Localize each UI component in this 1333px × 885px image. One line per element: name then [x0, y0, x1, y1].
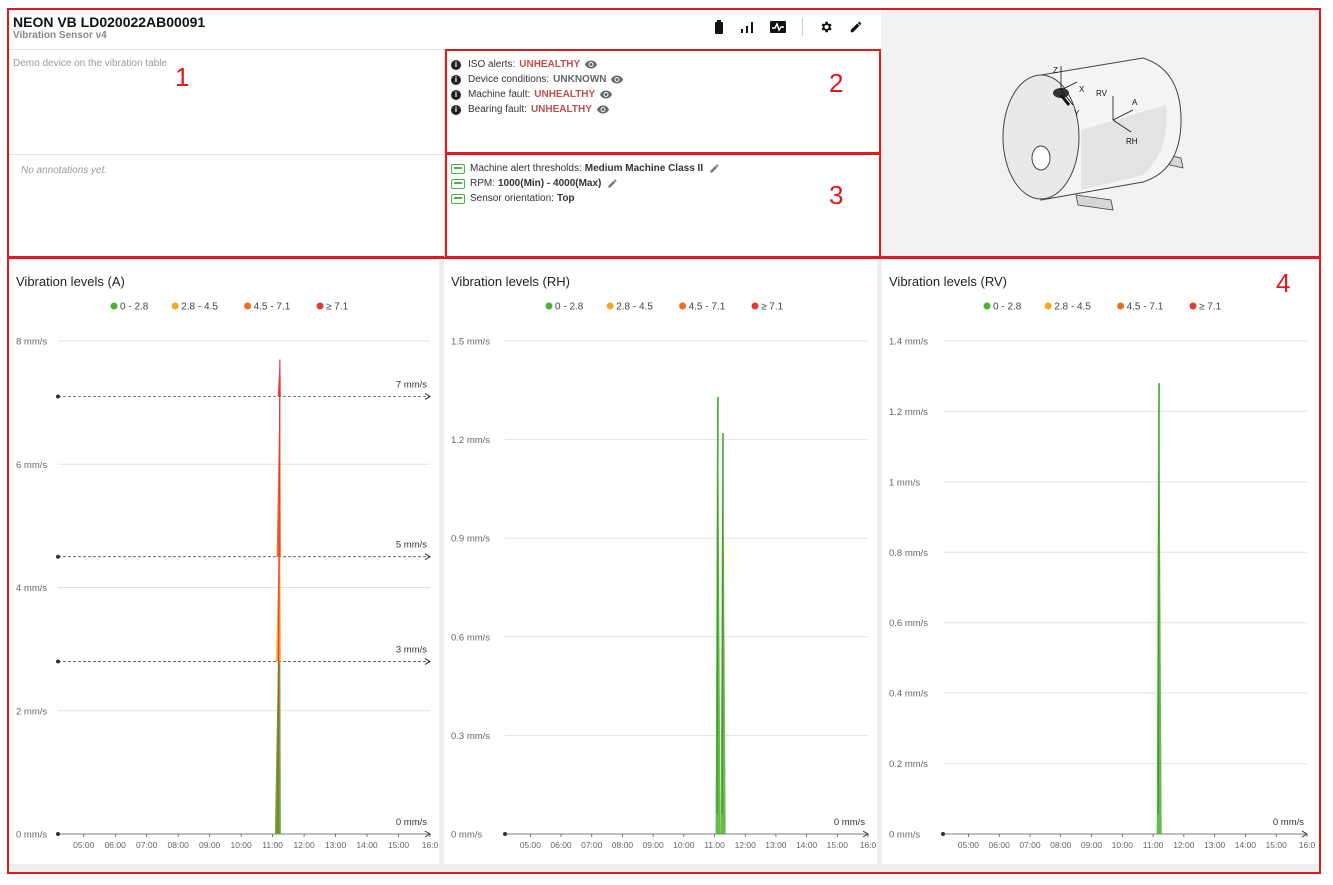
y-tick-label: 0.8 mm/s — [889, 548, 928, 559]
legend-dot — [606, 302, 614, 310]
legend-dot — [545, 302, 553, 310]
x-tick-label: 14:00 — [356, 840, 378, 850]
x-tick-label: 14:00 — [1235, 840, 1257, 850]
y-tick-label: 0.2 mm/s — [889, 759, 928, 770]
x-axis-start-dot — [503, 832, 507, 836]
threshold-label: 7 mm/s — [396, 379, 427, 390]
legend-label: ≥ 7.1 — [761, 302, 784, 313]
x-tick-label: 10:00 — [673, 840, 695, 850]
y-tick-label: 1 mm/s — [889, 477, 920, 488]
x-axis-start-dot — [56, 832, 60, 836]
chart-title: Vibration levels (RV) — [889, 274, 1007, 289]
x-tick-label: 09:00 — [1081, 840, 1103, 850]
legend-dot — [679, 302, 687, 310]
annotation-label-4: 4 — [1276, 268, 1291, 298]
legend-dot — [110, 302, 118, 310]
x-tick-label: 05:00 — [73, 840, 95, 850]
chart-title: Vibration levels (RH) — [451, 274, 570, 289]
y-tick-label: 0.4 mm/s — [889, 689, 928, 700]
x-tick-label: 10:00 — [230, 840, 252, 850]
y-tick-label: 1.4 mm/s — [889, 337, 928, 348]
y-tick-label: 0.9 mm/s — [451, 534, 490, 545]
x-tick-label: 09:00 — [642, 840, 664, 850]
legend-dot — [1117, 302, 1125, 310]
y-tick-label: 0 mm/s — [451, 830, 482, 841]
zero-label: 0 mm/s — [396, 817, 427, 828]
y-tick-label: 0.3 mm/s — [451, 731, 490, 742]
x-tick-label: 13:00 — [765, 840, 787, 850]
threshold-dot — [56, 394, 60, 399]
charts-svg: Vibration levels (A) 0 - 2.8 2.8 - 4.5 4.5 … — [16, 274, 1316, 850]
x-tick-label: 16:0 — [1299, 840, 1316, 850]
x-tick-label: 09:00 — [199, 840, 221, 850]
chart-title: Vibration levels (A) — [16, 274, 125, 289]
threshold-label: 3 mm/s — [396, 644, 427, 655]
y-tick-label: 8 mm/s — [16, 337, 47, 348]
zero-label: 0 mm/s — [1273, 817, 1304, 828]
x-tick-label: 15:00 — [1266, 840, 1288, 850]
legend-label: ≥ 7.1 — [326, 302, 349, 313]
legend-dot — [1044, 302, 1052, 310]
x-tick-label: 06:00 — [989, 840, 1011, 850]
x-tick-label: 11:00 — [262, 840, 283, 850]
legend-label: 0 - 2.8 — [993, 302, 1022, 313]
legend-label: ≥ 7.1 — [1199, 302, 1222, 313]
legend-dot — [244, 302, 252, 310]
x-tick-label: 11:00 — [704, 840, 725, 850]
threshold-label: 5 mm/s — [396, 540, 427, 551]
legend-label: 2.8 - 4.5 — [616, 302, 653, 313]
y-tick-label: 4 mm/s — [16, 583, 47, 594]
y-tick-label: 6 mm/s — [16, 460, 47, 471]
x-tick-label: 06:00 — [550, 840, 572, 850]
x-tick-label: 05:00 — [520, 840, 542, 850]
legend-dot — [171, 302, 179, 310]
x-tick-label: 08:00 — [612, 840, 634, 850]
x-tick-label: 07:00 — [136, 840, 158, 850]
legend-label: 0 - 2.8 — [555, 302, 584, 313]
y-tick-label: 0 mm/s — [889, 830, 920, 841]
x-tick-label: 13:00 — [325, 840, 347, 850]
legend-label: 4.5 - 7.1 — [689, 302, 726, 313]
zero-label: 0 mm/s — [834, 817, 865, 828]
legend-label: 4.5 - 7.1 — [254, 302, 291, 313]
x-tick-label: 15:00 — [827, 840, 849, 850]
x-tick-label: 08:00 — [168, 840, 190, 850]
x-tick-label: 15:00 — [388, 840, 410, 850]
y-tick-label: 1.2 mm/s — [889, 407, 928, 418]
legend-dot — [316, 302, 324, 310]
x-tick-label: 05:00 — [958, 840, 980, 850]
threshold-dot — [56, 659, 60, 664]
x-tick-label: 13:00 — [1204, 840, 1226, 850]
y-tick-label: 0.6 mm/s — [451, 632, 490, 643]
y-tick-label: 1.5 mm/s — [451, 337, 490, 348]
x-tick-label: 12:00 — [735, 840, 757, 850]
x-axis-start-dot — [941, 832, 945, 836]
legend-dot — [983, 302, 991, 310]
x-tick-label: 12:00 — [293, 840, 315, 850]
legend-label: 2.8 - 4.5 — [1054, 302, 1091, 313]
legend-label: 0 - 2.8 — [120, 302, 149, 313]
x-tick-label: 14:00 — [796, 840, 818, 850]
y-tick-label: 0 mm/s — [16, 830, 47, 841]
x-tick-label: 11:00 — [1143, 840, 1164, 850]
x-tick-label: 07:00 — [581, 840, 603, 850]
x-tick-label: 16:0 — [422, 840, 439, 850]
x-tick-label: 16:0 — [860, 840, 877, 850]
x-tick-label: 08:00 — [1050, 840, 1072, 850]
legend-label: 4.5 - 7.1 — [1127, 302, 1164, 313]
legend-dot — [1189, 302, 1197, 310]
legend-dot — [751, 302, 759, 310]
x-tick-label: 07:00 — [1019, 840, 1041, 850]
y-tick-label: 2 mm/s — [16, 706, 47, 717]
y-tick-label: 1.2 mm/s — [451, 435, 490, 446]
x-tick-label: 10:00 — [1112, 840, 1134, 850]
y-tick-label: 0.6 mm/s — [889, 618, 928, 629]
x-tick-label: 12:00 — [1173, 840, 1195, 850]
threshold-dot — [56, 554, 60, 559]
legend-label: 2.8 - 4.5 — [181, 302, 218, 313]
x-tick-label: 06:00 — [105, 840, 127, 850]
